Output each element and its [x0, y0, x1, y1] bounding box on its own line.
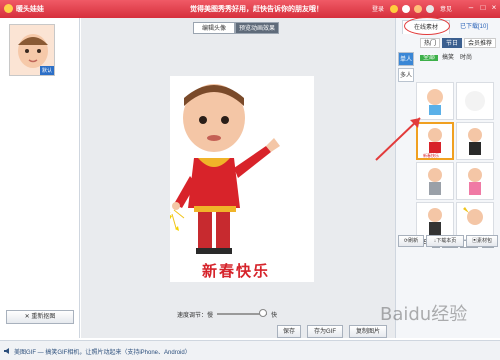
speed-slider-handle[interactable] — [259, 309, 267, 317]
side-tab-single[interactable]: 单人 — [398, 52, 414, 66]
status-message[interactable]: 美图GIF — 搞笑GIF相机，让照片动起来（支持iPhone、Android） — [14, 347, 191, 356]
save-button[interactable]: 保存 — [277, 325, 301, 338]
material-pack-label: 素材包 — [477, 238, 493, 244]
materials-panel: 在线素材 已下载[10] 热门 节日 会员推荐 全部 搞笑 时尚 单人 多人 新… — [395, 17, 500, 338]
minimize-button[interactable]: – — [466, 3, 476, 13]
speed-label: 速度调节：慢 — [177, 313, 214, 319]
sticker-illustration — [157, 84, 280, 254]
default-badge: 默认 — [39, 66, 54, 75]
material-item[interactable] — [456, 82, 494, 120]
weibo-icon[interactable] — [390, 5, 398, 13]
category-vip[interactable]: 会员推荐 — [464, 38, 497, 48]
close-button[interactable]: × — [489, 3, 499, 13]
tab-downloaded[interactable]: 已下载[10] — [452, 20, 496, 34]
status-bar: 美图GIF — 搞笑GIF相机，让照片动起来（支持iPhone、Android） — [0, 340, 500, 360]
slogan-text: 觉得美图秀秀好用，赶快告诉你的朋友哦！ — [190, 6, 323, 13]
speaker-icon — [3, 347, 11, 355]
subcat-all[interactable]: 全部 — [420, 55, 439, 61]
cloud-icon[interactable] — [426, 5, 434, 13]
tab-edit-avatar[interactable]: 编辑头像 — [193, 22, 235, 34]
category-festival[interactable]: 节日 — [442, 38, 463, 48]
highlight-circle — [404, 17, 450, 35]
tab-preview-effect[interactable]: 预览动画效果 — [235, 22, 279, 34]
face-icon[interactable] — [414, 5, 422, 13]
watermark: Baidu经验 — [380, 304, 468, 325]
regen-label: 重新抠图 — [31, 314, 56, 320]
subcat-fashion[interactable]: 时尚 — [460, 52, 472, 61]
app-logo-icon — [4, 4, 13, 13]
dancer-icon — [468, 168, 482, 195]
material-pack-button[interactable]: ▣素材包 — [466, 235, 498, 247]
qq-icon[interactable] — [402, 5, 410, 13]
side-tab-multi[interactable]: 多人 — [398, 68, 414, 82]
regen-cutout-button[interactable]: ✕ 重新抠图 — [6, 310, 74, 324]
sparkle-icon — [465, 91, 485, 111]
speed-fast-label: 快 — [271, 313, 278, 319]
star-character-icon — [463, 207, 483, 225]
sticker-caption: 新春快乐 — [202, 262, 271, 280]
sticker-canvas: 新春快乐 — [157, 76, 314, 282]
left-panel: 默认 ✕ 重新抠图 — [0, 18, 80, 338]
copy-image-button[interactable]: 复制图片 — [349, 325, 387, 338]
refresh-label: 刷新 — [408, 238, 419, 244]
app-title: 暖头娃娃 — [16, 6, 44, 13]
category-hot[interactable]: 热门 — [420, 38, 441, 48]
feedback-link[interactable]: 意见 — [440, 4, 452, 13]
login-link[interactable]: 登录 — [372, 4, 384, 13]
maximize-button[interactable]: □ — [478, 3, 488, 13]
girl-icon — [468, 128, 482, 155]
kid-icon — [428, 208, 442, 235]
material-item[interactable] — [456, 122, 494, 160]
refresh-button[interactable]: ⟳刷新 — [398, 235, 424, 247]
preview-area: 编辑头像 预览动画效果 新春快乐 速度调节：慢 快 保存 存为GIF 复制图片 — [81, 18, 395, 338]
title-bar: 暖头娃娃 觉得美图秀秀好用，赶快告诉你的朋友哦！ 登录 意见 – □ × — [0, 0, 500, 18]
material-item[interactable] — [456, 162, 494, 200]
avatar-thumbnail[interactable]: 默认 — [9, 24, 55, 76]
pointer-arrow — [375, 117, 421, 161]
download-page-label: 下载本页 — [436, 238, 457, 244]
subcat-funny[interactable]: 搞笑 — [442, 52, 454, 61]
download-page-button[interactable]: ↓下载本页 — [426, 235, 464, 247]
save-as-gif-button[interactable]: 存为GIF — [307, 325, 343, 338]
